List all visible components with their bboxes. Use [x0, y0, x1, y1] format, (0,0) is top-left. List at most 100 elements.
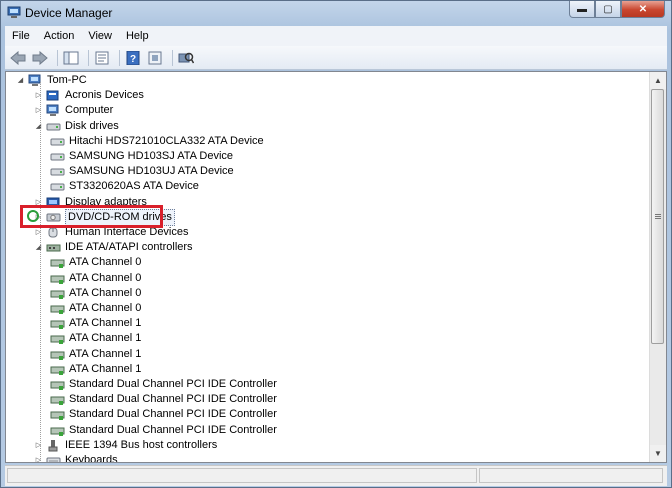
expand-arrow-icon[interactable]: ▷ [34, 456, 43, 462]
tree-device-item[interactable]: ATA Channel 0 [50, 301, 141, 316]
scan-hardware-button[interactable] [177, 49, 195, 67]
tree-item-label: ATA Channel 0 [69, 302, 142, 314]
drive-item-icon [50, 153, 65, 161]
scrollbar-thumb[interactable] [651, 89, 664, 344]
acronis-device-icon [46, 90, 59, 101]
menu-bar: File Action View Help [5, 26, 667, 46]
tree-item-label: ATA Channel 0 [69, 271, 142, 284]
expand-arrow-icon[interactable]: ▷ [34, 228, 43, 237]
tree-item-label: ATA Channel 1 [69, 347, 142, 360]
collapse-arrow-icon[interactable]: ◢ [34, 243, 43, 252]
annotation-circle [27, 210, 39, 222]
menu-view[interactable]: View [81, 26, 119, 46]
tree-item-label: Standard Dual Channel PCI IDE Controller [69, 378, 277, 390]
tree-item-label: Keyboards [65, 454, 118, 462]
status-panel [479, 468, 663, 483]
ide-item-icon [50, 366, 65, 375]
tree-device-item[interactable]: ATA Channel 1 [50, 347, 141, 362]
device-tree-pane: ◢ Tom-PC ▷ Acronis Devices ▷ Computer ◢ Disk dr… [5, 71, 667, 463]
properties-button[interactable] [93, 49, 111, 67]
back-button[interactable] [9, 49, 27, 67]
tree-connector-line [40, 82, 41, 462]
close-button[interactable]: ✕ [621, 1, 665, 18]
tree-device-item[interactable]: Standard Dual Channel PCI IDE Controller [50, 377, 277, 392]
expand-arrow-icon[interactable]: ▷ [34, 91, 43, 100]
caption-buttons: ▬ ▢ ✕ [569, 1, 665, 19]
tree-item-label: Computer [65, 104, 114, 117]
minimize-button[interactable]: ▬ [569, 1, 595, 18]
computer-icon [46, 104, 59, 117]
tree-device-item[interactable]: ATA Channel 1 [50, 362, 141, 377]
tree-device-item[interactable]: ATA Channel 0 [50, 255, 141, 270]
vertical-scrollbar[interactable]: ▲ ▼ [649, 72, 666, 462]
tree-item-label: Standard Dual Channel PCI IDE Controller [69, 423, 277, 436]
tree-item-label: IDE ATA/ATAPI controllers [65, 241, 193, 254]
tree-item-label: ATA Channel 0 [69, 286, 142, 299]
collapse-arrow-icon[interactable]: ◢ [34, 122, 43, 131]
toolbar-separator [119, 49, 120, 66]
tree-item-label: ATA Channel 0 [69, 256, 142, 269]
tree-device-item[interactable]: Standard Dual Channel PCI IDE Controller [50, 407, 277, 422]
collapse-arrow-icon[interactable]: ◢ [16, 76, 25, 85]
tree-item-label: Standard Dual Channel PCI IDE Controller [69, 393, 277, 406]
drive-item-icon [50, 168, 65, 176]
tree-category[interactable]: ▷ Acronis Devices [34, 88, 144, 103]
update-driver-icon [148, 51, 162, 64]
ide-item-icon [50, 305, 65, 314]
tree-category[interactable]: ▷ Computer [34, 103, 113, 118]
tree-device-item[interactable]: Standard Dual Channel PCI IDE Controller [50, 423, 277, 438]
tree-item-label: SAMSUNG HD103SJ ATA Device [69, 150, 234, 162]
help-button[interactable]: ? [124, 49, 142, 67]
back-arrow-icon [10, 50, 26, 65]
keyboard-icon [46, 457, 61, 462]
maximize-button[interactable]: ▢ [595, 1, 621, 18]
forward-arrow-icon [32, 50, 48, 65]
ide-item-icon [50, 335, 65, 345]
menu-action[interactable]: Action [37, 26, 82, 46]
tree-device-item[interactable]: Hitachi HDS721010CLA332 ATA Device [50, 134, 264, 149]
menu-help[interactable]: Help [119, 26, 156, 46]
title-bar[interactable]: Device Manager ▬ ▢ ✕ [1, 1, 671, 25]
ide-item-icon [50, 427, 65, 436]
ide-item-icon [50, 351, 65, 360]
tree-device-item[interactable]: SAMSUNG HD103SJ ATA Device [50, 149, 233, 164]
tree-device-item[interactable]: ST3320620AS ATA Device [50, 179, 199, 194]
tree-item-label: ATA Channel 1 [69, 317, 142, 330]
toolbar-separator [172, 49, 173, 66]
tree-root[interactable]: ◢ Tom-PC [16, 73, 87, 88]
tree-device-item[interactable]: SAMSUNG HD103UJ ATA Device [50, 164, 234, 179]
menu-file[interactable]: File [5, 26, 37, 46]
scroll-down-arrow-icon[interactable]: ▼ [650, 445, 666, 462]
ide-item-icon [50, 381, 65, 390]
tree-category[interactable]: ◢ IDE ATA/ATAPI controllers [34, 240, 193, 255]
tree-item-label: Acronis Devices [65, 89, 144, 102]
tree-device-item[interactable]: ATA Channel 0 [50, 271, 141, 286]
ide-item-icon [50, 275, 65, 284]
expand-arrow-icon[interactable]: ▷ [34, 106, 43, 115]
drive-item-icon [50, 138, 65, 146]
svg-text:?: ? [130, 54, 136, 65]
tree-category[interactable]: ◢ Disk drives [34, 119, 119, 134]
scroll-up-arrow-icon[interactable]: ▲ [650, 72, 666, 89]
tree-category[interactable]: ▷ IEEE 1394 Bus host controllers [34, 438, 217, 453]
properties-icon [95, 51, 109, 64]
forward-button[interactable] [31, 49, 49, 67]
tree-device-item[interactable]: ATA Channel 1 [50, 316, 141, 331]
toolbar-separator [57, 49, 58, 66]
tree-device-item[interactable]: ATA Channel 1 [50, 331, 141, 346]
tree-device-item[interactable]: Standard Dual Channel PCI IDE Controller [50, 392, 277, 407]
status-panel [7, 468, 477, 483]
show-hide-console-tree-icon [63, 51, 79, 64]
ide-item-icon [50, 259, 65, 269]
tree-device-item[interactable]: ATA Channel 0 [50, 286, 141, 301]
tree-item-label: ST3320620AS ATA Device [69, 180, 199, 193]
update-driver-button[interactable] [146, 49, 164, 67]
disk-drive-icon [46, 123, 61, 131]
tree-item-label: SAMSUNG HD103UJ ATA Device [69, 165, 234, 178]
drive-item-icon [50, 183, 65, 191]
tree-category[interactable]: ▷ Keyboards [34, 453, 118, 462]
show-hide-console-tree-button[interactable] [62, 49, 80, 67]
ide-item-icon [50, 411, 65, 421]
toolbar: ? [5, 46, 667, 70]
expand-arrow-icon[interactable]: ▷ [34, 441, 43, 450]
